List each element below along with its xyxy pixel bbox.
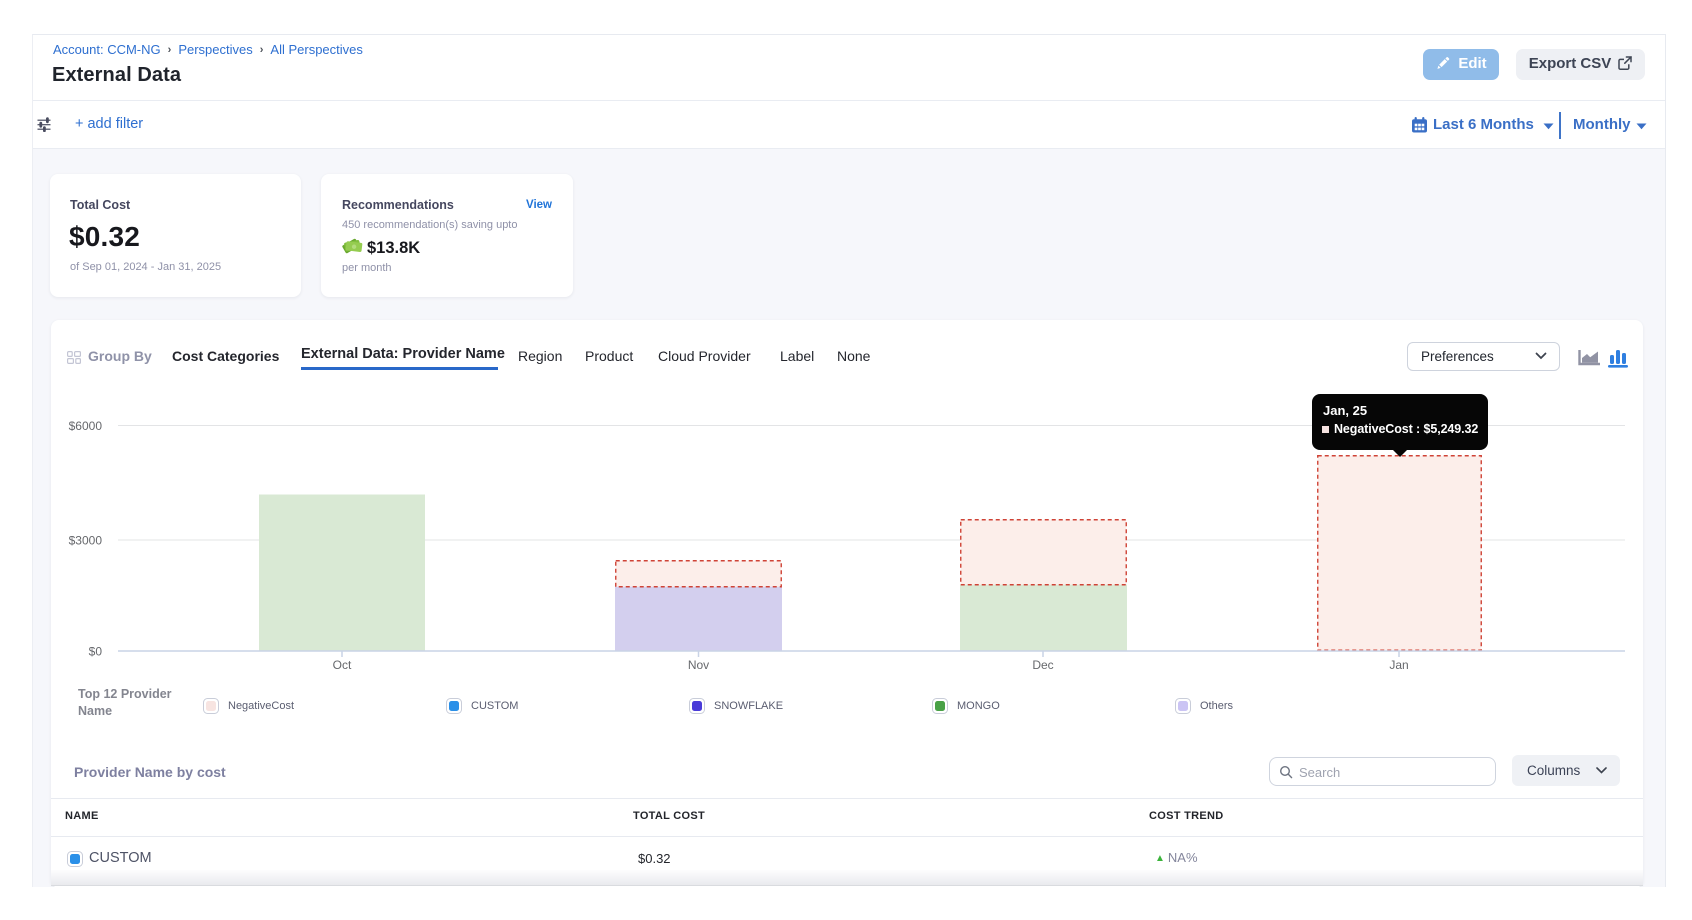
- svg-text:Jan: Jan: [1389, 658, 1408, 672]
- svg-text:$6000: $6000: [69, 419, 103, 433]
- svg-text:Oct: Oct: [333, 658, 352, 672]
- svg-text:$0: $0: [89, 645, 103, 659]
- svg-text:Dec: Dec: [1032, 658, 1053, 672]
- svg-text:$3000: $3000: [69, 534, 103, 548]
- svg-text:Nov: Nov: [688, 658, 709, 672]
